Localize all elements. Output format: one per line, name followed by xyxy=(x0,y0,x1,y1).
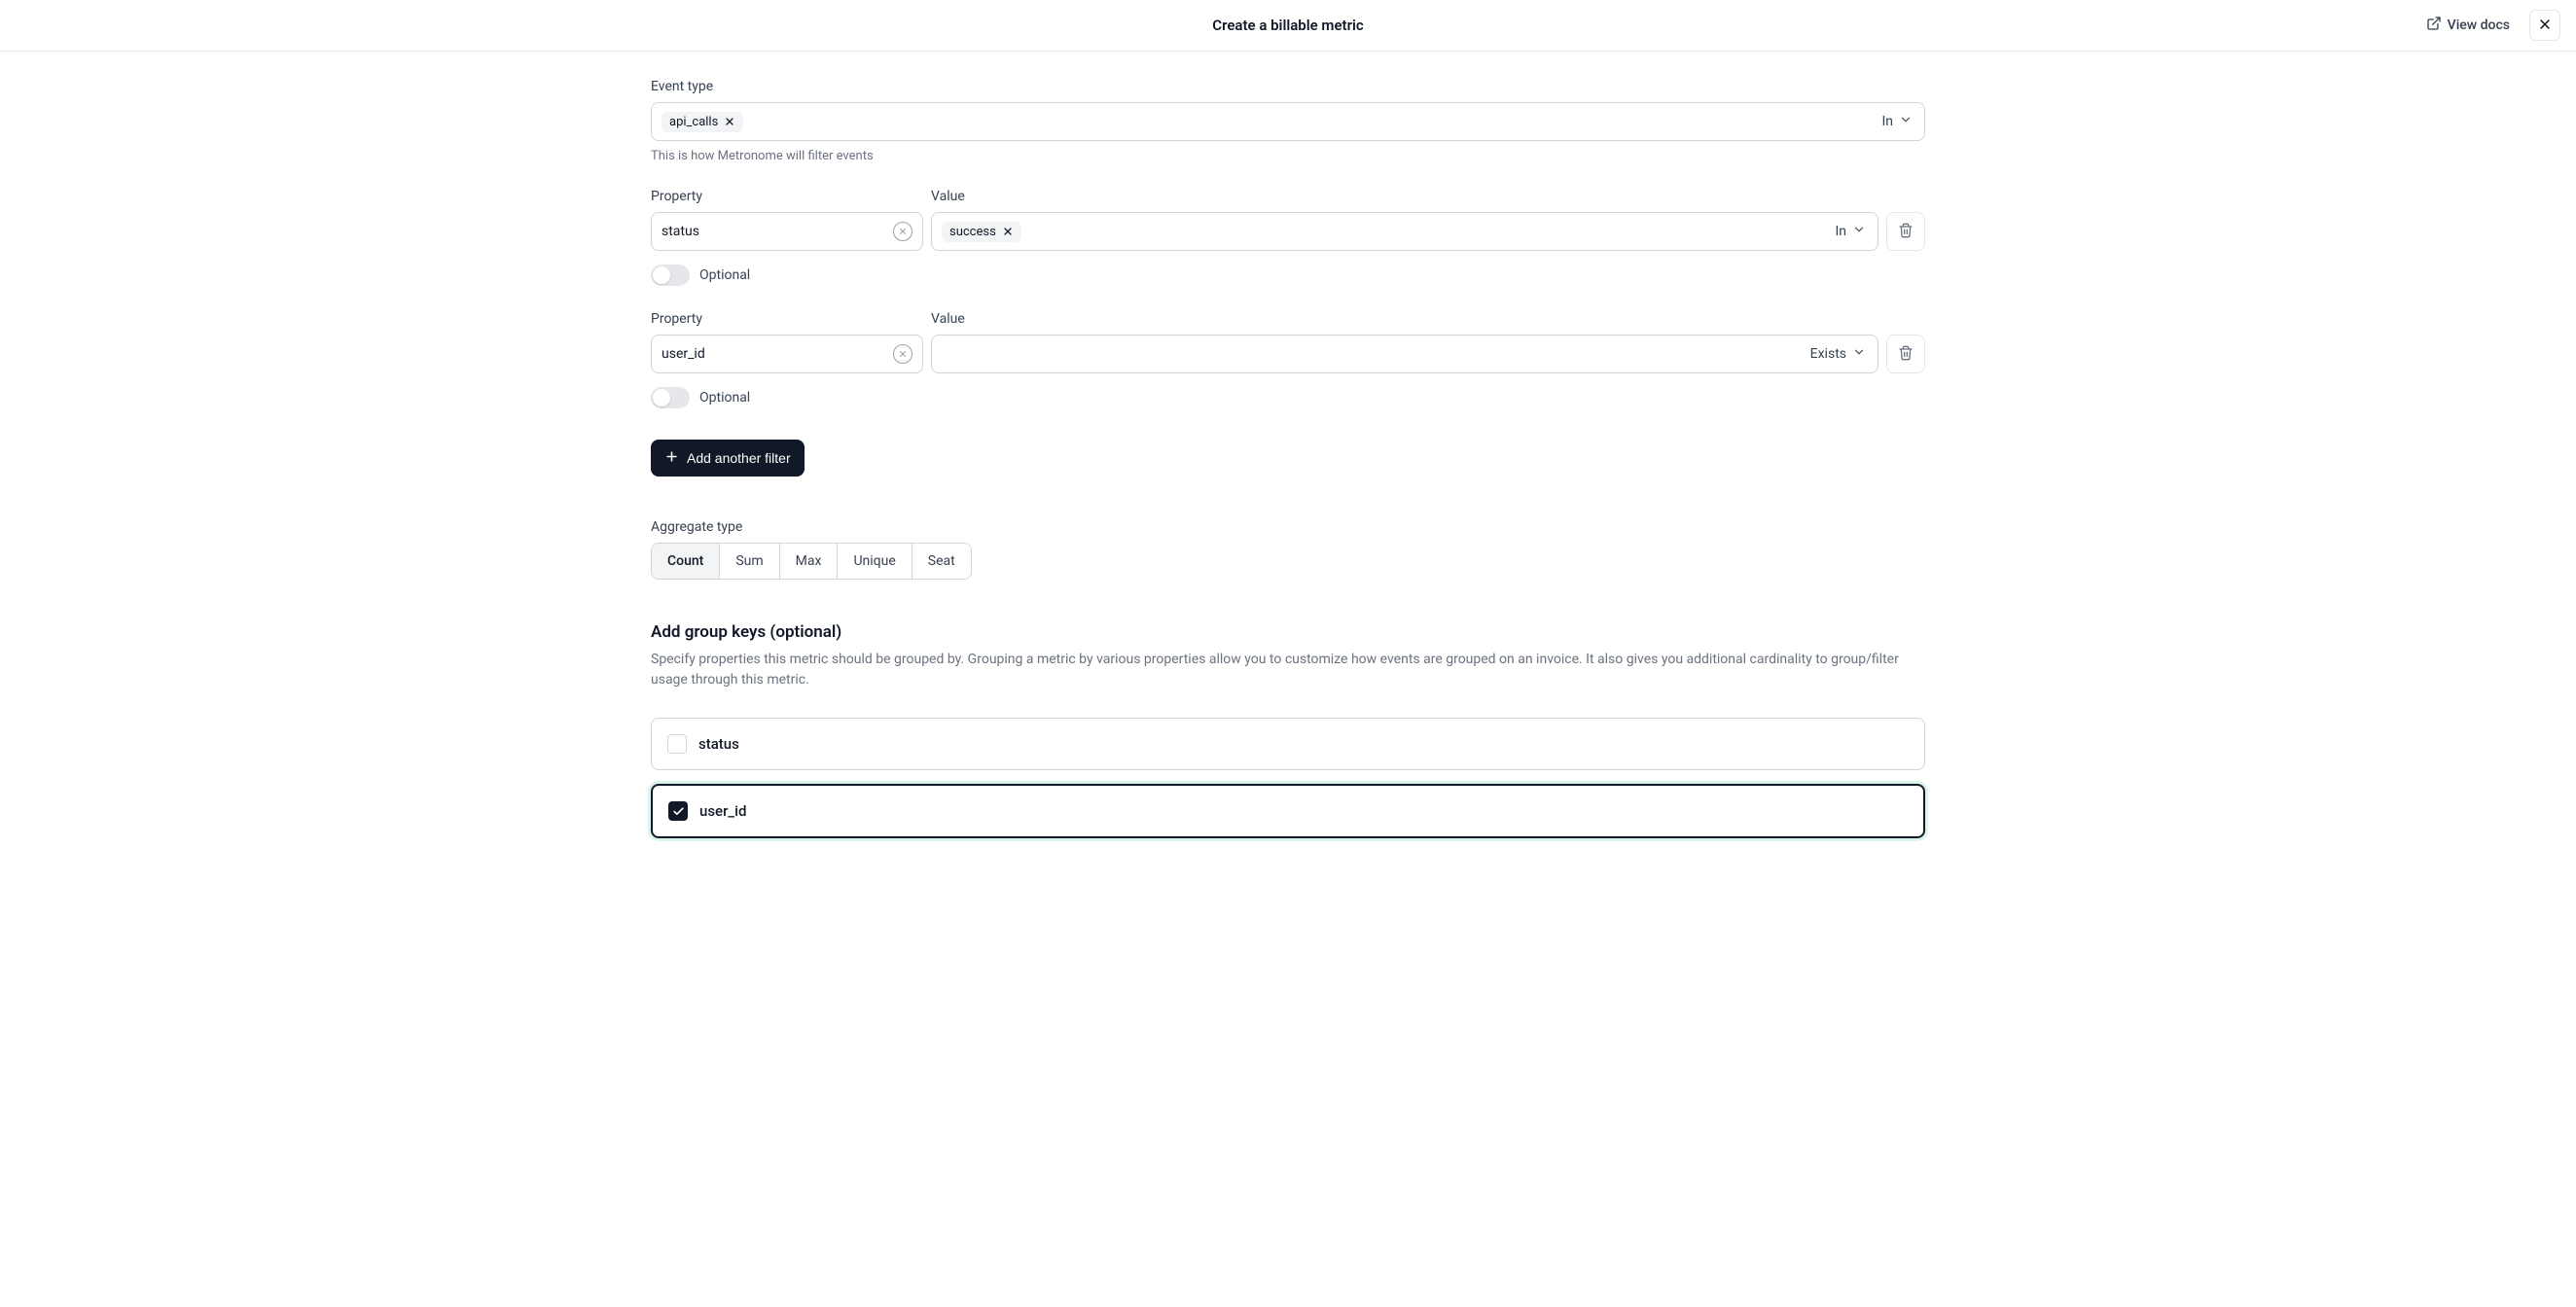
value-input[interactable]: success In xyxy=(931,212,1878,251)
group-keys-title: Add group keys (optional) xyxy=(651,622,1925,642)
chip-remove-icon[interactable] xyxy=(724,116,735,127)
property-input[interactable]: user_id xyxy=(651,335,923,373)
delete-filter-button[interactable] xyxy=(1886,212,1925,251)
close-button[interactable] xyxy=(2529,10,2560,41)
event-type-label: Event type xyxy=(651,79,1925,94)
value-label: Value xyxy=(931,311,1878,327)
property-input[interactable]: status xyxy=(651,212,923,251)
value-operator-select[interactable]: Exists xyxy=(1810,345,1868,363)
group-keys-section: Add group keys (optional) Specify proper… xyxy=(651,622,1925,838)
operator-label: Exists xyxy=(1810,346,1846,362)
group-key-item-user-id[interactable]: user_id xyxy=(651,784,1925,838)
optional-toggle[interactable] xyxy=(651,265,690,286)
checkbox-checked-icon xyxy=(668,801,688,821)
filter-row-1: Property status Value success xyxy=(651,189,1925,286)
operator-label: In xyxy=(1881,114,1893,129)
optional-toggle[interactable] xyxy=(651,387,690,408)
delete-filter-button[interactable] xyxy=(1886,335,1925,373)
add-filter-label: Add another filter xyxy=(687,450,791,466)
event-type-operator-select[interactable]: In xyxy=(1881,113,1914,130)
property-value: status xyxy=(662,224,699,239)
group-keys-description: Specify properties this metric should be… xyxy=(651,650,1925,690)
event-type-chip-label: api_calls xyxy=(669,115,718,129)
checkbox-icon xyxy=(667,734,687,754)
trash-icon xyxy=(1898,345,1914,364)
event-type-section: Event type api_calls In This is how Metr… xyxy=(651,79,1925,163)
clear-icon[interactable] xyxy=(893,222,912,241)
property-value: user_id xyxy=(662,346,705,362)
group-key-item-status[interactable]: status xyxy=(651,718,1925,770)
external-link-icon xyxy=(2426,16,2442,35)
property-label: Property xyxy=(651,311,923,327)
page-title: Create a billable metric xyxy=(864,17,1712,34)
operator-label: In xyxy=(1835,224,1846,239)
close-icon xyxy=(2537,17,2553,35)
optional-label: Optional xyxy=(699,390,750,406)
value-label: Value xyxy=(931,189,1878,204)
value-chip-label: success xyxy=(949,225,996,239)
page-header: Create a billable metric View docs xyxy=(0,0,2576,52)
aggregate-segmented: Count Sum Max Unique Seat xyxy=(651,543,972,580)
aggregate-label: Aggregate type xyxy=(651,519,1925,535)
trash-icon xyxy=(1898,223,1914,241)
clear-icon[interactable] xyxy=(893,344,912,364)
aggregate-section: Aggregate type Count Sum Max Unique Seat xyxy=(651,519,1925,580)
plus-icon xyxy=(664,449,679,467)
segment-seat[interactable]: Seat xyxy=(912,544,971,579)
filter-row-2: Property user_id Value Exists xyxy=(651,311,1925,408)
segment-unique[interactable]: Unique xyxy=(838,544,912,579)
property-label: Property xyxy=(651,189,923,204)
chevron-down-icon xyxy=(1899,113,1913,130)
event-type-input[interactable]: api_calls In xyxy=(651,102,1925,141)
group-key-label: status xyxy=(698,735,739,753)
event-type-chip: api_calls xyxy=(662,112,743,132)
value-operator-select[interactable]: In xyxy=(1835,223,1868,240)
group-key-label: user_id xyxy=(699,802,746,820)
segment-sum[interactable]: Sum xyxy=(720,544,779,579)
event-type-helper: This is how Metronome will filter events xyxy=(651,149,1925,163)
optional-label: Optional xyxy=(699,267,750,283)
chip-remove-icon[interactable] xyxy=(1002,226,1014,237)
view-docs-label: View docs xyxy=(2448,18,2510,33)
add-filter-button[interactable]: Add another filter xyxy=(651,440,805,477)
value-chip: success xyxy=(942,222,1021,242)
chevron-down-icon xyxy=(1852,345,1866,363)
segment-count[interactable]: Count xyxy=(652,544,720,579)
segment-max[interactable]: Max xyxy=(780,544,839,579)
chevron-down-icon xyxy=(1852,223,1866,240)
view-docs-link[interactable]: View docs xyxy=(2426,16,2510,35)
value-input[interactable]: Exists xyxy=(931,335,1878,373)
